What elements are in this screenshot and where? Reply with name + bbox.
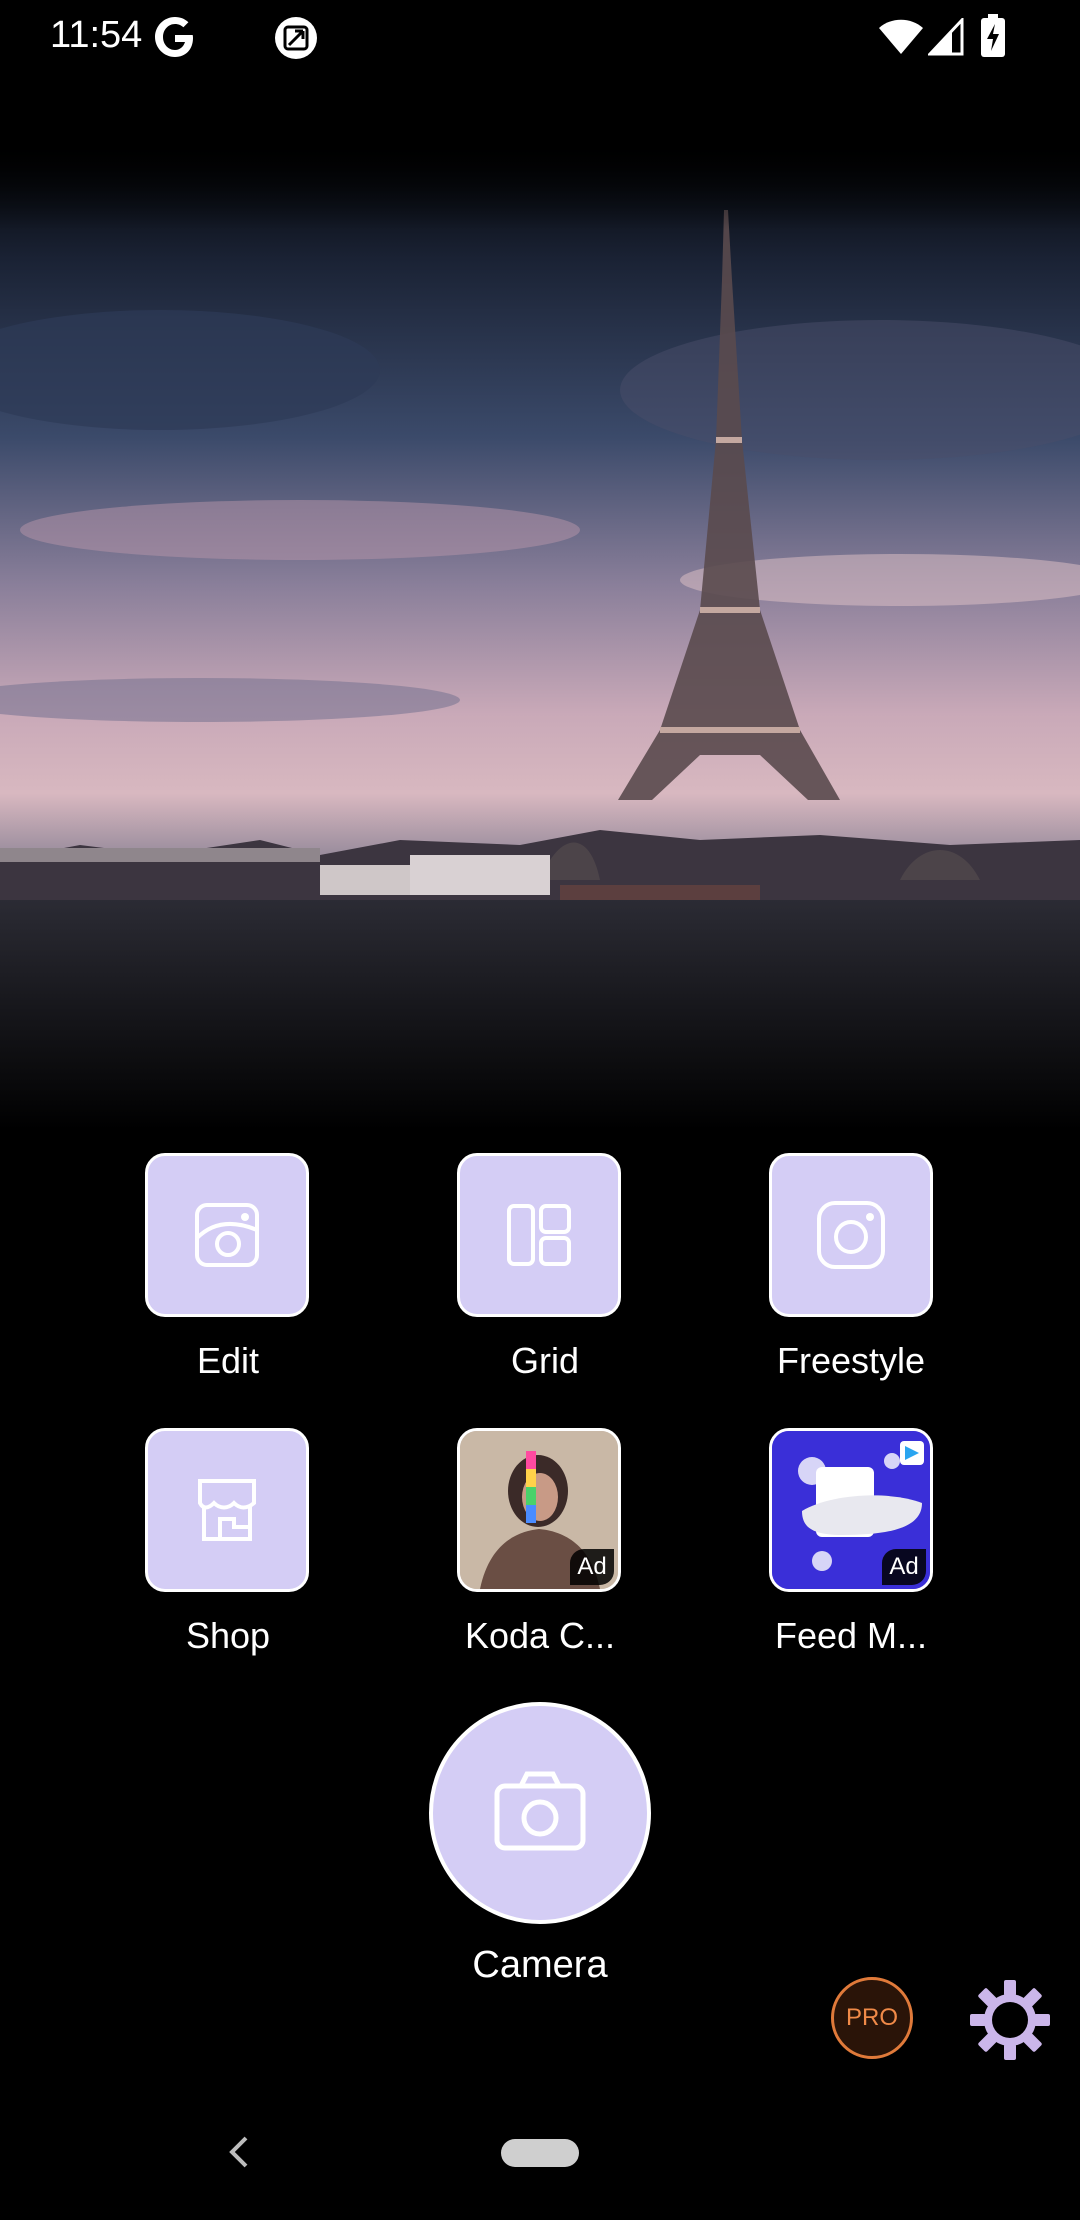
feed-label: Feed M... xyxy=(774,1615,928,1656)
screenshot-icon xyxy=(275,17,317,59)
freestyle-tile[interactable] xyxy=(769,1153,933,1317)
eiffel-tower-photo xyxy=(0,140,1080,1130)
gear-icon[interactable] xyxy=(968,1978,1052,2062)
pro-button[interactable]: PRO xyxy=(831,1977,913,2059)
shop-icon xyxy=(198,1479,256,1541)
ad-badge: Ad xyxy=(570,1549,614,1585)
grid-tile[interactable] xyxy=(457,1153,621,1317)
feed-ad-tile[interactable]: Ad xyxy=(769,1428,933,1592)
edit-label: Edit xyxy=(196,1340,260,1381)
home-pill[interactable] xyxy=(501,2139,579,2167)
cell-signal-icon xyxy=(928,18,964,56)
edit-tile[interactable] xyxy=(145,1153,309,1317)
battery-charging-icon xyxy=(981,14,1005,57)
photo-edit-icon xyxy=(195,1203,259,1267)
shop-tile[interactable] xyxy=(145,1428,309,1592)
koda-ad-tile[interactable]: Ad xyxy=(457,1428,621,1592)
camera-label: Camera xyxy=(472,1944,608,1986)
freestyle-icon xyxy=(817,1201,885,1269)
status-time: 11:54 xyxy=(50,14,143,56)
shop-label: Shop xyxy=(185,1615,271,1656)
back-nav-icon[interactable] xyxy=(222,2130,256,2174)
status-bar: 11:54 xyxy=(0,0,1080,76)
grid-layout-icon xyxy=(507,1204,571,1266)
google-g-icon xyxy=(155,17,193,57)
freestyle-label: Freestyle xyxy=(776,1340,926,1381)
camera-button[interactable] xyxy=(429,1702,651,1924)
ad-badge: Ad xyxy=(882,1549,926,1585)
wifi-icon xyxy=(879,19,923,54)
home-screen: 11:54 Edit Grid Freestyle Shop Ad Koda C… xyxy=(0,0,1080,2220)
camera-icon xyxy=(494,1771,586,1851)
grid-label: Grid xyxy=(510,1340,579,1381)
koda-label: Koda C... xyxy=(464,1615,616,1656)
